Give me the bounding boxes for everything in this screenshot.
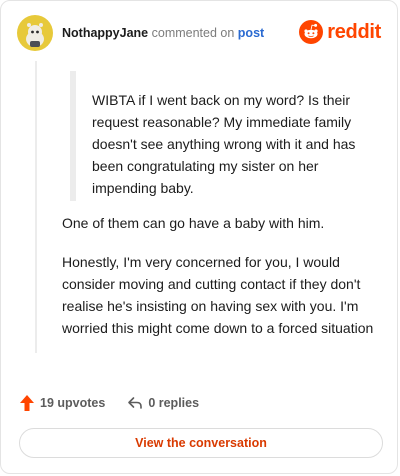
comment-embed-card: NothappyJane commented on post reddit WI… (0, 0, 398, 474)
comment-paragraph-2: Honestly, I'm very concerned for you, I … (62, 254, 374, 336)
reddit-wordmark: reddit (327, 20, 381, 43)
comment-actions: 19 upvotes 0 replies (19, 394, 199, 412)
replies-button[interactable]: 0 replies (127, 395, 199, 411)
quoted-text: WIBTA if I went back on my word? Is thei… (92, 92, 356, 196)
upvote-count: 19 upvotes (40, 396, 106, 410)
username-link[interactable]: NothappyJane (62, 26, 148, 40)
reddit-brand[interactable]: reddit (299, 20, 381, 44)
reply-arrow-icon (128, 397, 143, 409)
comment-header: NothappyJane commented on post reddit (17, 15, 381, 51)
post-link[interactable]: post (238, 26, 264, 40)
view-conversation-button[interactable]: View the conversation (19, 428, 383, 458)
upvote-arrow-icon (20, 395, 34, 411)
snoo-avatar-icon[interactable] (17, 15, 53, 51)
action-text: commented on (151, 26, 235, 40)
reddit-logo-icon (299, 20, 324, 44)
upvote-button[interactable]: 19 upvotes (19, 394, 105, 412)
quote-bar (70, 71, 76, 201)
comment-meta: NothappyJane commented on post (62, 25, 264, 41)
replies-count: 0 replies (148, 396, 200, 410)
comment-paragraph-1: One of them can go have a baby with him. (62, 215, 325, 231)
thread-line (35, 61, 37, 353)
